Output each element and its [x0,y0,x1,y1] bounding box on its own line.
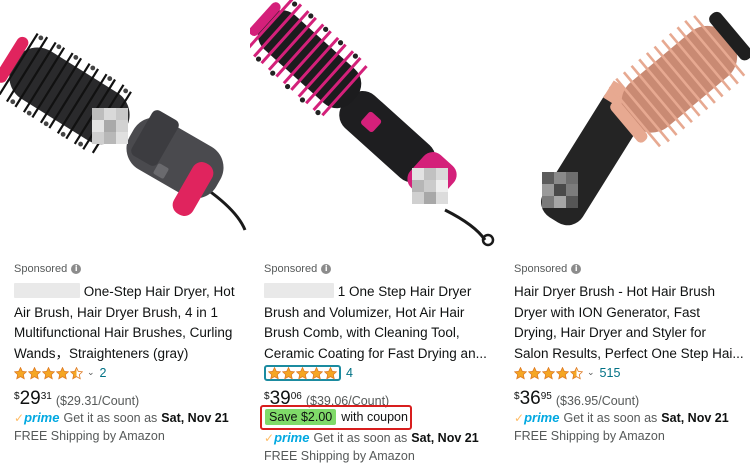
info-icon[interactable]: i [71,264,82,274]
price: $ 29 31 ($29.31/Count) [14,389,139,409]
product-card: Sponsored i 1 One Step Hair Dryer Brush … [250,0,500,470]
star-icon [556,366,569,380]
price: $ 36 95 ($36.95/Count) [514,389,639,409]
prime-text: prime [274,430,310,445]
check-icon: ✓ [264,430,275,445]
title-line: Multifunctional Hair Brushes, Curling [14,325,233,340]
review-count[interactable]: 2 [100,366,107,380]
title-line: Brush and Volumizer, Hot Air Hair [264,304,465,320]
product-card: Sponsored i Hair Dryer Brush - Hot Hair … [500,0,750,470]
title-line: Ceramic Coating for Fast Drying an... [264,345,487,361]
product-title[interactable]: One-Step Hair Dryer, Hot Air Brush, Hair… [14,282,246,364]
product-title[interactable]: 1 One Step Hair Dryer Brush and Volumize… [264,282,496,364]
star-icon [14,366,27,380]
delivery-date: Sat, Nov 21 [661,410,729,425]
rating[interactable]: ⌄ 515 [514,365,620,381]
prime-delivery: ✓ prime Get it as soon as Sat, Nov 21 [264,430,479,445]
title-line: Air Brush, Hair Dryer Brush, 4 in 1 [14,304,219,320]
price-whole: 36 [519,388,541,409]
coupon-text: with coupon [341,410,408,424]
sponsored-text: Sponsored [264,263,318,275]
prime-logo: ✓ prime [264,430,309,445]
delivery-text: Get it as soon as [563,410,658,425]
star-icon [324,366,337,380]
prime-text: prime [24,410,60,425]
star-icon [542,366,555,380]
prime-delivery: ✓ prime Get it as soon as Sat, Nov 21 [514,410,729,425]
star-rating[interactable] [14,366,83,380]
title-line: Salon Results, Perfect One Step Hai... [514,345,744,361]
sponsored-label: Sponsored i [264,263,332,275]
sponsored-label: Sponsored i [14,263,82,275]
star-icon [514,366,527,380]
unit-price: ($29.31/Count) [55,394,140,408]
price-fraction: 31 [40,391,52,402]
review-count[interactable]: 515 [600,366,621,380]
star-rating[interactable] [514,366,583,380]
prime-delivery: ✓ prime Get it as soon as Sat, Nov 21 [14,410,229,425]
star-icon [268,366,281,380]
review-count[interactable]: 4 [346,366,353,380]
redacted-text [14,283,80,298]
sponsored-text: Sponsored [514,263,568,275]
coupon-badge[interactable]: Save $2.00 [265,409,337,425]
star-icon [70,366,83,380]
delivery-date: Sat, Nov 21 [411,430,479,445]
chevron-down-icon[interactable]: ⌄ [87,368,95,378]
title-line: One-Step Hair Dryer, Hot [83,284,235,299]
redacted-text [264,283,334,298]
star-icon [42,366,55,380]
title-line: Hair Dryer Brush - Hot Hair Brush [514,284,716,299]
shipping-text: FREE Shipping by Amazon [14,429,165,443]
prime-text: prime [524,410,560,425]
star-icon [528,366,541,380]
star-icon [570,366,583,380]
star-icon [28,366,41,380]
product-image[interactable] [250,0,500,255]
shipping-text: FREE Shipping by Amazon [264,449,415,463]
info-icon[interactable]: i [571,264,582,274]
delivery-text: Get it as soon as [313,430,408,445]
title-line: Drying, Hair Dryer and Styler for [514,325,707,340]
prime-logo: ✓ prime [14,410,59,425]
rating[interactable]: 4 [264,365,353,381]
title-line: Brush Comb, with Cleaning Tool, [264,325,460,340]
product-grid: Sponsored i One-Step Hair Dryer, Hot Air… [0,0,750,470]
title-line: 1 One Step Hair Dryer [337,284,472,299]
title-line: Dryer with ION Generator, Fast [514,304,701,320]
shipping-text: FREE Shipping by Amazon [514,429,665,443]
price-fraction: 06 [290,391,302,402]
star-icon [282,366,295,380]
star-icon [310,366,323,380]
star-rating[interactable] [264,365,341,381]
check-icon: ✓ [14,410,25,425]
sponsored-label: Sponsored i [514,263,582,275]
star-icon [56,366,69,380]
star-icon [296,366,309,380]
coupon[interactable]: Save $2.00 with coupon [265,409,408,425]
price-whole: 29 [19,388,41,409]
info-icon[interactable]: i [321,264,332,274]
check-icon: ✓ [514,410,525,425]
product-title[interactable]: Hair Dryer Brush - Hot Hair Brush Dryer … [514,282,746,364]
unit-price: ($36.95/Count) [555,394,640,408]
prime-logo: ✓ prime [514,410,559,425]
product-image[interactable] [500,0,750,255]
delivery-date: Sat, Nov 21 [161,410,229,425]
rating[interactable]: ⌄ 2 [14,365,107,381]
sponsored-text: Sponsored [14,263,68,275]
price-fraction: 95 [540,391,552,402]
product-image[interactable] [0,0,250,255]
delivery-text: Get it as soon as [63,410,158,425]
title-line: Wands，Straighteners (gray) [14,345,189,361]
chevron-down-icon[interactable]: ⌄ [587,368,595,378]
product-card: Sponsored i One-Step Hair Dryer, Hot Air… [0,0,250,470]
